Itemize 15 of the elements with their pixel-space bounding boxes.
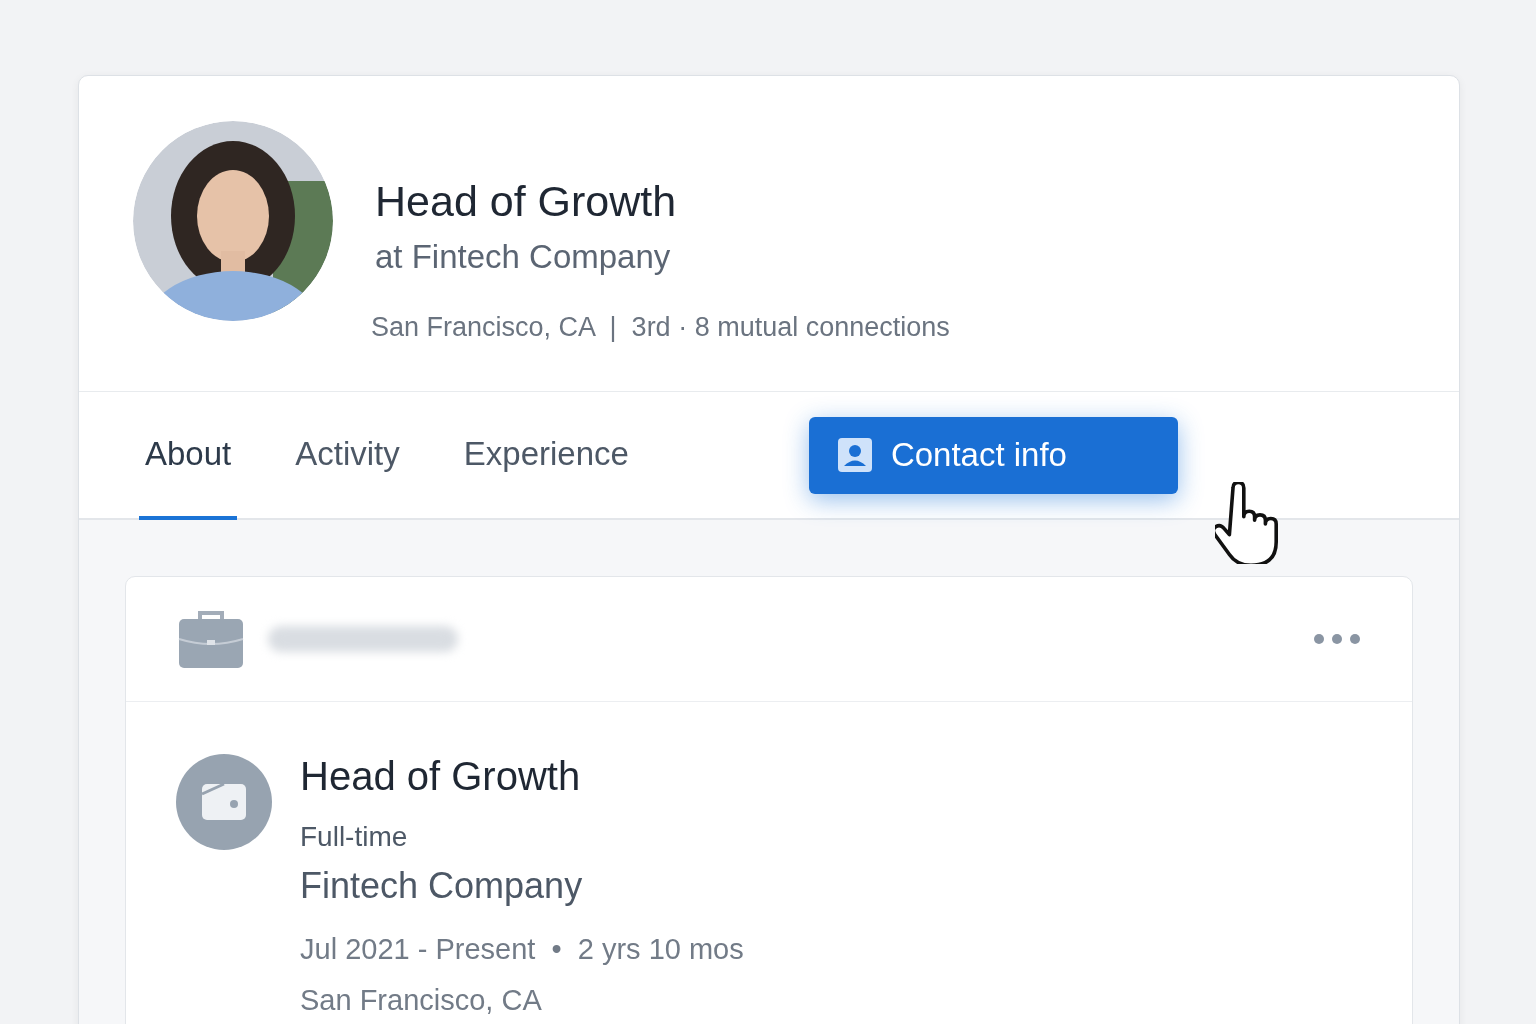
job-title: Head of Growth: [300, 754, 582, 799]
wallet-icon: [176, 754, 272, 850]
employment-type: Full-time: [300, 821, 409, 853]
job-dates: Jul 2021 - Present • 2 yrs 10 mos: [300, 933, 744, 966]
profile-subtitle: at Fintech Company: [375, 238, 672, 276]
company-name: Fintech Company: [300, 865, 584, 907]
tab[interactable]: Experience: [457, 392, 635, 520]
contact-card-icon: [836, 437, 873, 473]
briefcase-icon: [178, 609, 244, 669]
profile-title: Head of Growth: [375, 177, 678, 226]
tab[interactable]: Activity: [289, 392, 406, 520]
contact-info-button[interactable]: Contact info: [808, 416, 1178, 494]
profile-meta: San Francisco, CA | 3rd · 8 mutual connections: [371, 312, 950, 343]
job-location: San Francisco, CA: [300, 984, 543, 1017]
more-options-icon[interactable]: [1314, 634, 1360, 644]
